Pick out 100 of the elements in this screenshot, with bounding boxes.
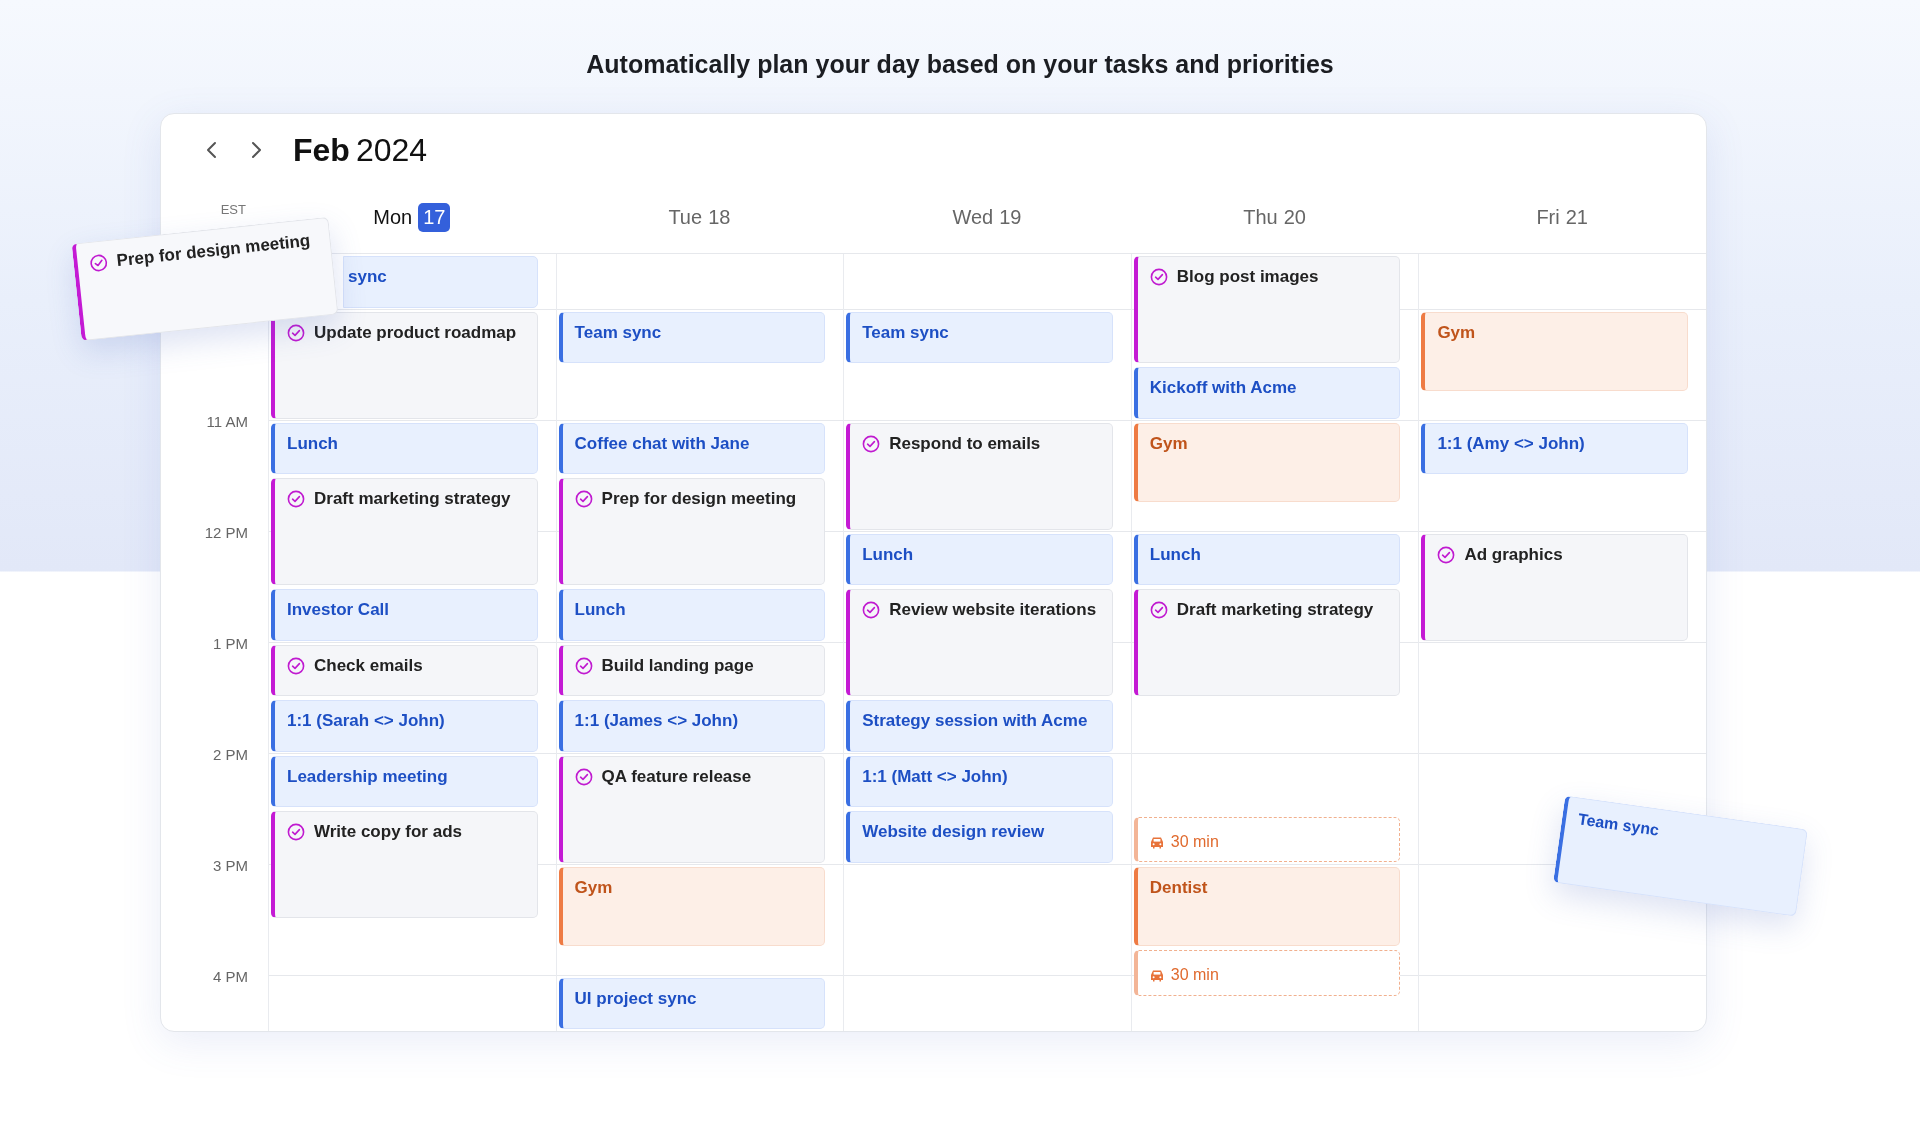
- event-card[interactable]: Review website iterations: [846, 589, 1113, 696]
- event-title: 1:1 (Matt <> John): [862, 765, 1008, 788]
- event-title: Leadership meeting: [287, 765, 448, 788]
- event-title: Check emails: [314, 654, 423, 677]
- check-circle-icon: [1437, 545, 1456, 564]
- event-card[interactable]: Respond to emails: [846, 422, 1113, 530]
- event-title: sync: [348, 266, 387, 288]
- event-card[interactable]: Gym: [1421, 311, 1688, 391]
- event-title: QA feature release: [601, 765, 752, 788]
- event-card[interactable]: Coffee chat with Jane: [558, 422, 826, 474]
- month-label: Feb: [293, 131, 350, 169]
- event-card[interactable]: Gym: [1133, 422, 1401, 502]
- event-card[interactable]: Dentist: [1133, 866, 1401, 946]
- check-circle-icon: [574, 767, 593, 786]
- event-card[interactable]: Lunch: [558, 589, 826, 641]
- event-card[interactable]: QA feature release: [558, 755, 826, 863]
- check-circle-icon: [1149, 268, 1168, 286]
- event-card[interactable]: UI project sync: [558, 977, 826, 1029]
- day-date: 20: [1283, 206, 1306, 229]
- event-card[interactable]: Team sync: [846, 311, 1113, 363]
- event-card[interactable]: Strategy session with Acme: [846, 700, 1113, 752]
- car-icon: [1149, 835, 1164, 849]
- event-title: Investor Call: [287, 599, 390, 621]
- event-card[interactable]: Lunch: [846, 533, 1113, 585]
- event-card[interactable]: 1:1 (Matt <> John): [846, 755, 1113, 807]
- year-label: 2024: [355, 131, 428, 169]
- event-title: 30 min: [1170, 965, 1219, 986]
- day-name: Tue: [668, 206, 703, 229]
- travel-block[interactable]: 30 min: [1133, 949, 1401, 996]
- event-title: Gym: [1149, 432, 1188, 455]
- event-card[interactable]: Kickoff with Acme: [1133, 367, 1401, 419]
- event-card[interactable]: Gym: [558, 866, 826, 946]
- event-title: Gym: [1437, 321, 1476, 344]
- event-title: 1:1 (Amy <> John): [1437, 432, 1585, 455]
- day-date: 18: [708, 206, 731, 229]
- event-card[interactable]: 1:1 (James <> John): [558, 700, 826, 752]
- event-title: Website design review: [862, 821, 1045, 843]
- hour-label: 4 PM: [213, 967, 248, 984]
- event-title: Lunch: [574, 599, 626, 621]
- event-card[interactable]: sync: [343, 256, 538, 308]
- event-title: Review website iterations: [889, 599, 1097, 621]
- day-name: Wed: [952, 206, 994, 229]
- check-circle-icon: [88, 253, 109, 273]
- event-card[interactable]: Lunch: [1133, 533, 1401, 585]
- check-circle-icon: [574, 490, 593, 508]
- event-title: Ad graphics: [1464, 543, 1563, 566]
- check-circle-icon: [287, 490, 305, 508]
- check-circle-icon: [1149, 601, 1168, 619]
- event-title: Team sync: [862, 321, 949, 344]
- event-title: Team sync: [1576, 809, 1661, 841]
- check-circle-icon: [287, 656, 305, 675]
- hour-label: 2 PM: [213, 745, 248, 762]
- check-circle-icon: [287, 823, 305, 841]
- event-title: 1:1 (James <> John): [574, 710, 739, 732]
- event-card[interactable]: Write copy for ads: [271, 811, 538, 918]
- event-title: Draft marketing strategy: [1176, 599, 1374, 621]
- event-card[interactable]: Investor Call: [271, 589, 538, 641]
- event-card[interactable]: Ad graphics: [1421, 533, 1688, 641]
- event-title: Kickoff with Acme: [1149, 377, 1297, 399]
- event-title: Respond to emails: [889, 432, 1041, 455]
- event-card[interactable]: Prep for design meeting: [558, 478, 826, 585]
- chevron-left-icon: [205, 140, 219, 160]
- event-title: Dentist: [1149, 876, 1208, 899]
- chevron-right-icon: [249, 140, 263, 160]
- hour-label: 12 PM: [204, 523, 248, 540]
- event-title: Lunch: [1149, 543, 1201, 566]
- event-title: Draft marketing strategy: [314, 488, 511, 510]
- hour-label: 1 PM: [213, 634, 248, 651]
- event-card[interactable]: 1:1 (Amy <> John): [1421, 422, 1688, 474]
- event-card[interactable]: Update product roadmap: [271, 311, 538, 419]
- event-title: Lunch: [862, 543, 914, 566]
- hour-label: 11 AM: [206, 412, 248, 429]
- event-title: Build landing page: [601, 654, 754, 677]
- event-card[interactable]: Blog post images: [1133, 256, 1401, 363]
- day-date: 17: [418, 203, 451, 232]
- event-card[interactable]: Draft marketing strategy: [1133, 589, 1401, 696]
- event-title: 1:1 (Sarah <> John): [287, 710, 445, 732]
- event-card[interactable]: Team sync: [558, 311, 826, 363]
- event-title: Strategy session with Acme: [862, 710, 1088, 732]
- headline: Automatically plan your day based on your tasks and priorities: [585, 50, 1335, 79]
- event-card[interactable]: Website design review: [846, 811, 1113, 863]
- travel-block[interactable]: 30 min: [1133, 816, 1401, 863]
- event-card[interactable]: Lunch: [271, 422, 538, 474]
- timezone-label: EST: [220, 202, 246, 217]
- event-card[interactable]: 1:1 (Sarah <> John): [271, 700, 538, 752]
- day-date: 21: [1565, 206, 1588, 229]
- event-title: UI project sync: [574, 987, 697, 1010]
- event-card[interactable]: Build landing page: [558, 644, 826, 696]
- event-card[interactable]: Draft marketing strategy: [271, 478, 538, 585]
- day-date: 19: [999, 206, 1022, 229]
- event-title: 30 min: [1170, 832, 1219, 852]
- day-name: Thu: [1243, 206, 1278, 229]
- check-circle-icon: [287, 323, 305, 342]
- event-title: Gym: [574, 876, 613, 899]
- event-card[interactable]: Check emails: [271, 644, 538, 696]
- event-title: Prep for design meeting: [115, 229, 312, 273]
- hour-label: 3 PM: [213, 856, 248, 873]
- car-icon: [1149, 968, 1164, 982]
- check-circle-icon: [862, 601, 881, 619]
- event-card[interactable]: Leadership meeting: [271, 755, 538, 807]
